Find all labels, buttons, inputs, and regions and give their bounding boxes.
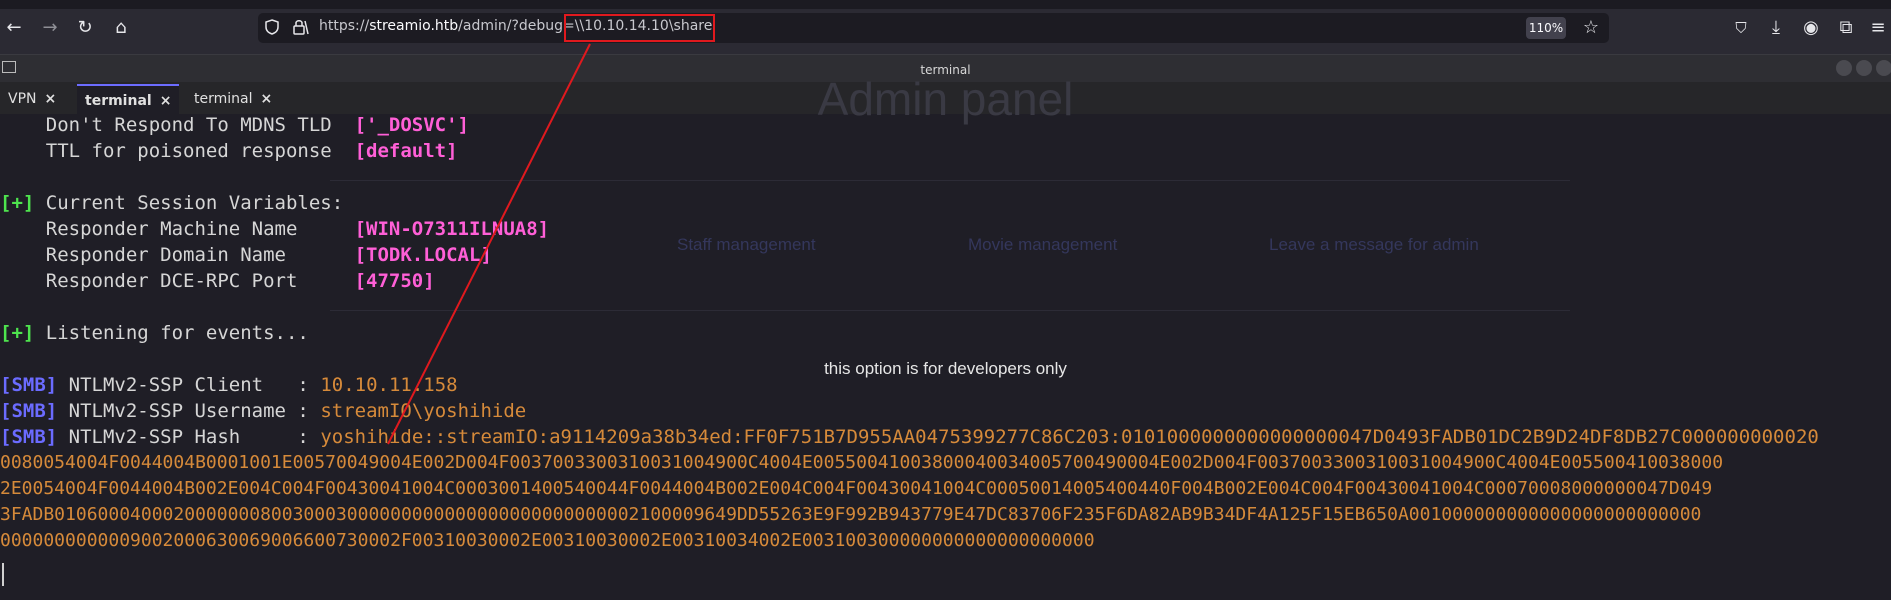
annotation-arrow — [387, 43, 591, 445]
annotation-line — [387, 43, 591, 445]
